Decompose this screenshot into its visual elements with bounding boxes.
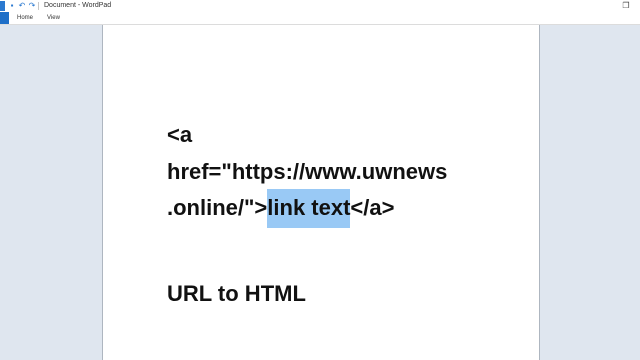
document-workspace: <a href="https://www.uwnews .online/">li… bbox=[0, 25, 640, 360]
window-title: Document - WordPad bbox=[44, 2, 112, 9]
document-page[interactable]: <a href="https://www.uwnews .online/">li… bbox=[102, 25, 540, 360]
tab-home[interactable]: Home bbox=[17, 12, 33, 24]
ribbon-tabs: Home View bbox=[0, 12, 640, 25]
save-icon[interactable]: ▪ bbox=[8, 1, 16, 11]
document-line-1[interactable]: <a bbox=[167, 120, 192, 150]
title-bar: ▪ ↶ ↷ Document - WordPad ❐ bbox=[0, 0, 640, 12]
wordpad-app-icon[interactable] bbox=[0, 1, 5, 11]
tab-view[interactable]: View bbox=[47, 12, 60, 24]
file-menu-button[interactable] bbox=[0, 12, 9, 24]
line-3-prefix: .online/"> bbox=[167, 195, 268, 220]
toolbar-separator bbox=[38, 2, 39, 10]
document-line-3[interactable]: .online/">link text</a> bbox=[167, 189, 395, 228]
redo-icon[interactable]: ↷ bbox=[28, 1, 36, 11]
undo-icon[interactable]: ↶ bbox=[18, 1, 26, 11]
document-line-2[interactable]: href="https://www.uwnews bbox=[167, 157, 447, 187]
restore-icon[interactable]: ❐ bbox=[620, 1, 632, 11]
line-3-suffix: </a> bbox=[350, 195, 395, 220]
selected-text[interactable]: link text bbox=[267, 189, 351, 228]
document-line-4[interactable]: URL to HTML bbox=[167, 279, 306, 309]
